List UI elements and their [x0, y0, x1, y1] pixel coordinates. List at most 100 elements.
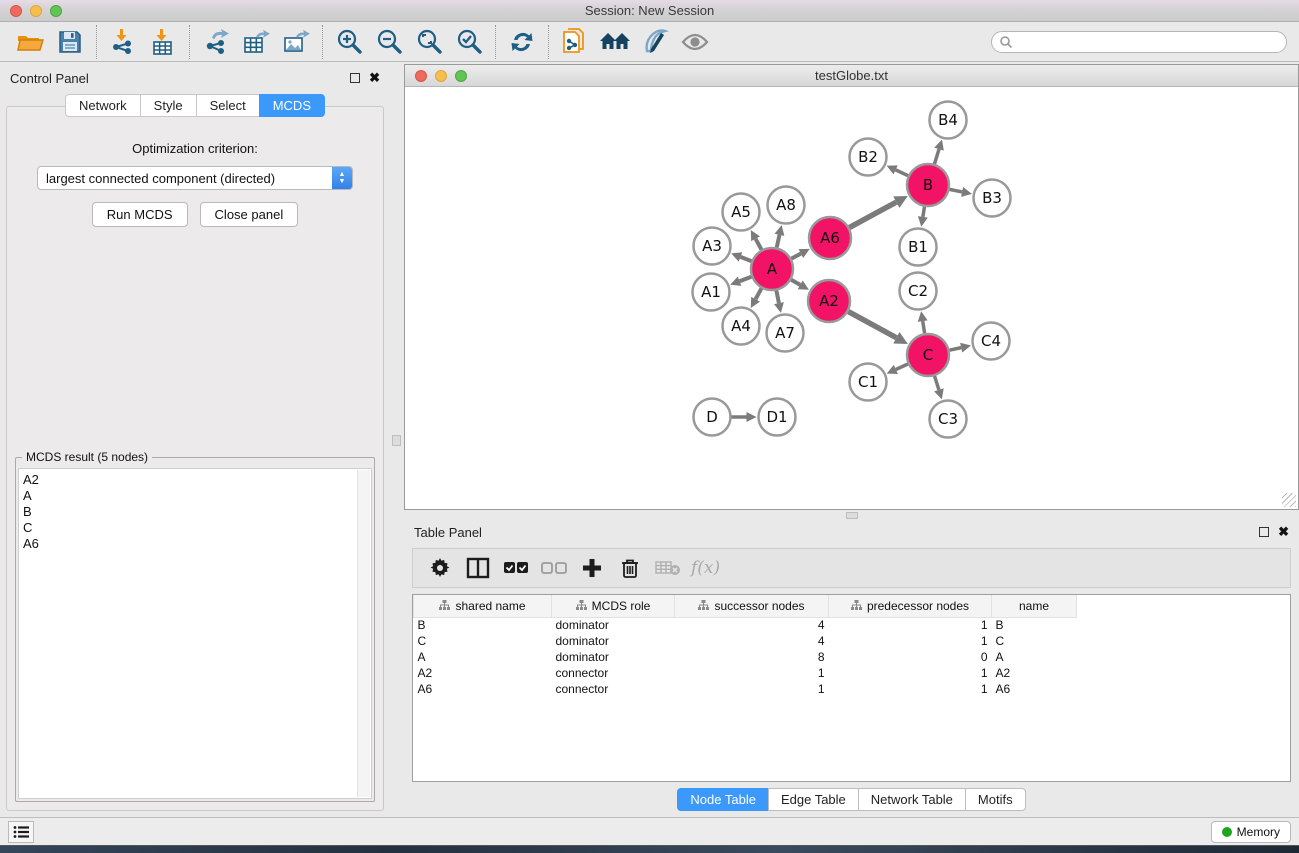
edge-A-A2[interactable] — [791, 280, 800, 285]
cell-shared-name[interactable]: A — [414, 649, 552, 665]
graph-node-D[interactable]: D — [694, 399, 731, 436]
zoom-out-button[interactable] — [369, 25, 409, 59]
graph-node-B3[interactable]: B3 — [974, 180, 1011, 217]
edge-B-B3[interactable] — [950, 189, 963, 192]
panel-splitter-vertical[interactable] — [390, 62, 404, 817]
show-hide-panels-button[interactable] — [675, 25, 715, 59]
vizmapper-pen-button[interactable] — [635, 25, 675, 59]
graph-node-A6[interactable]: A6 — [809, 217, 851, 259]
graph-node-C2[interactable]: C2 — [900, 273, 937, 310]
network-canvas[interactable]: AA1A2A3A4A5A6A7A8BB1B2B3B4CC1C2C3C4DD1 — [405, 87, 1298, 509]
column-header-mcds-role[interactable]: MCDS role — [552, 595, 675, 617]
edge-C-C2[interactable] — [923, 321, 925, 333]
cell-name[interactable]: A — [992, 649, 1077, 665]
edge-B-B1[interactable] — [923, 207, 925, 217]
edge-A-A7[interactable] — [776, 291, 779, 304]
close-panel-icon[interactable]: ✖ — [369, 73, 380, 83]
tab-network-table[interactable]: Network Table — [858, 788, 965, 811]
cell-shared-name[interactable]: C — [414, 633, 552, 649]
tab-edge-table[interactable]: Edge Table — [768, 788, 858, 811]
export-image-button[interactable] — [276, 25, 316, 59]
graph-node-A[interactable]: A — [751, 248, 793, 290]
tab-node-table[interactable]: Node Table — [677, 788, 768, 811]
table-row[interactable]: A6 connector 1 1 A6 — [414, 681, 1077, 697]
resize-grip-icon[interactable] — [1282, 493, 1296, 507]
cell-shared-name[interactable]: B — [414, 617, 552, 633]
edge-A2-C[interactable] — [848, 312, 896, 338]
splitter-grip[interactable] — [392, 435, 401, 446]
show-panel-list-button[interactable] — [8, 821, 34, 843]
edge-A-A8[interactable] — [777, 235, 780, 248]
table-settings-button[interactable] — [423, 552, 457, 584]
cybrowser-home-button[interactable] — [595, 25, 635, 59]
graph-node-A7[interactable]: A7 — [767, 315, 804, 352]
graph-node-C4[interactable]: C4 — [973, 323, 1010, 360]
zoom-in-button[interactable] — [329, 25, 369, 59]
close-panel-button[interactable]: Close panel — [200, 202, 299, 227]
edge-B-B2[interactable] — [896, 170, 908, 176]
zoom-selected-button[interactable] — [449, 25, 489, 59]
cell-mcds-role[interactable]: connector — [552, 665, 675, 681]
column-header-predecessor-nodes[interactable]: predecessor nodes — [829, 595, 992, 617]
cell-mcds-role[interactable]: dominator — [552, 617, 675, 633]
zoom-fit-button[interactable] — [409, 25, 449, 59]
cell-successor-nodes[interactable]: 1 — [675, 681, 829, 697]
float-panel-icon[interactable] — [1259, 527, 1269, 537]
graph-node-B1[interactable]: B1 — [900, 229, 937, 266]
graph-node-D1[interactable]: D1 — [759, 399, 796, 436]
open-session-button[interactable] — [10, 25, 50, 59]
result-item[interactable]: A6 — [23, 536, 371, 552]
select-all-button[interactable] — [499, 552, 533, 584]
column-header-name[interactable]: name — [992, 595, 1077, 617]
graph-node-A2[interactable]: A2 — [808, 280, 850, 322]
deselect-all-button[interactable] — [537, 552, 571, 584]
export-network-button[interactable] — [196, 25, 236, 59]
edge-A-A3[interactable] — [740, 257, 751, 261]
network-graph[interactable]: AA1A2A3A4A5A6A7A8BB1B2B3B4CC1C2C3C4DD1 — [405, 87, 1296, 506]
cell-predecessor-nodes[interactable]: 1 — [829, 633, 992, 649]
graph-node-C[interactable]: C — [907, 334, 949, 376]
cell-successor-nodes[interactable]: 1 — [675, 665, 829, 681]
cell-predecessor-nodes[interactable]: 0 — [829, 649, 992, 665]
create-column-button[interactable] — [575, 552, 609, 584]
edge-B-B4[interactable] — [934, 149, 939, 164]
result-item[interactable]: A2 — [23, 472, 371, 488]
table-row[interactable]: A dominator 8 0 A — [414, 649, 1077, 665]
cell-mcds-role[interactable]: dominator — [552, 649, 675, 665]
table-row[interactable]: A2 connector 1 1 A2 — [414, 665, 1077, 681]
cell-successor-nodes[interactable]: 4 — [675, 617, 829, 633]
result-item[interactable]: A — [23, 488, 371, 504]
import-network-button[interactable] — [103, 25, 143, 59]
save-session-button[interactable] — [50, 25, 90, 59]
cell-mcds-role[interactable]: dominator — [552, 633, 675, 649]
graph-node-A4[interactable]: A4 — [723, 308, 760, 345]
column-header-successor-nodes[interactable]: successor nodes — [675, 595, 829, 617]
graph-node-C3[interactable]: C3 — [930, 401, 967, 438]
optimization-criterion-dropdown[interactable]: largest connected component (directed) ▲… — [37, 166, 353, 190]
graph-node-B4[interactable]: B4 — [930, 102, 967, 139]
cell-name[interactable]: A6 — [992, 681, 1077, 697]
close-panel-icon[interactable]: ✖ — [1278, 527, 1289, 537]
graph-node-A1[interactable]: A1 — [693, 274, 730, 311]
float-panel-icon[interactable] — [350, 73, 360, 83]
result-scrollbar[interactable] — [357, 470, 370, 797]
search-box[interactable] — [991, 31, 1287, 53]
table-row[interactable]: B dominator 4 1 B — [414, 617, 1077, 633]
edge-C-C4[interactable] — [949, 348, 961, 351]
panel-splitter-horizontal[interactable] — [404, 510, 1299, 520]
result-item[interactable]: C — [23, 520, 371, 536]
edge-A6-B[interactable] — [849, 202, 896, 227]
edge-A-A4[interactable] — [756, 288, 762, 299]
graph-node-B2[interactable]: B2 — [850, 139, 887, 176]
cell-mcds-role[interactable]: connector — [552, 681, 675, 697]
cell-predecessor-nodes[interactable]: 1 — [829, 665, 992, 681]
edge-C-C3[interactable] — [935, 376, 939, 390]
cell-successor-nodes[interactable]: 8 — [675, 649, 829, 665]
show-columns-button[interactable] — [461, 552, 495, 584]
tab-motifs[interactable]: Motifs — [965, 788, 1026, 811]
cell-name[interactable]: C — [992, 633, 1077, 649]
cell-predecessor-nodes[interactable]: 1 — [829, 681, 992, 697]
refresh-network-button[interactable] — [502, 25, 542, 59]
cell-shared-name[interactable]: A2 — [414, 665, 552, 681]
tab-mcds[interactable]: MCDS — [259, 94, 325, 117]
